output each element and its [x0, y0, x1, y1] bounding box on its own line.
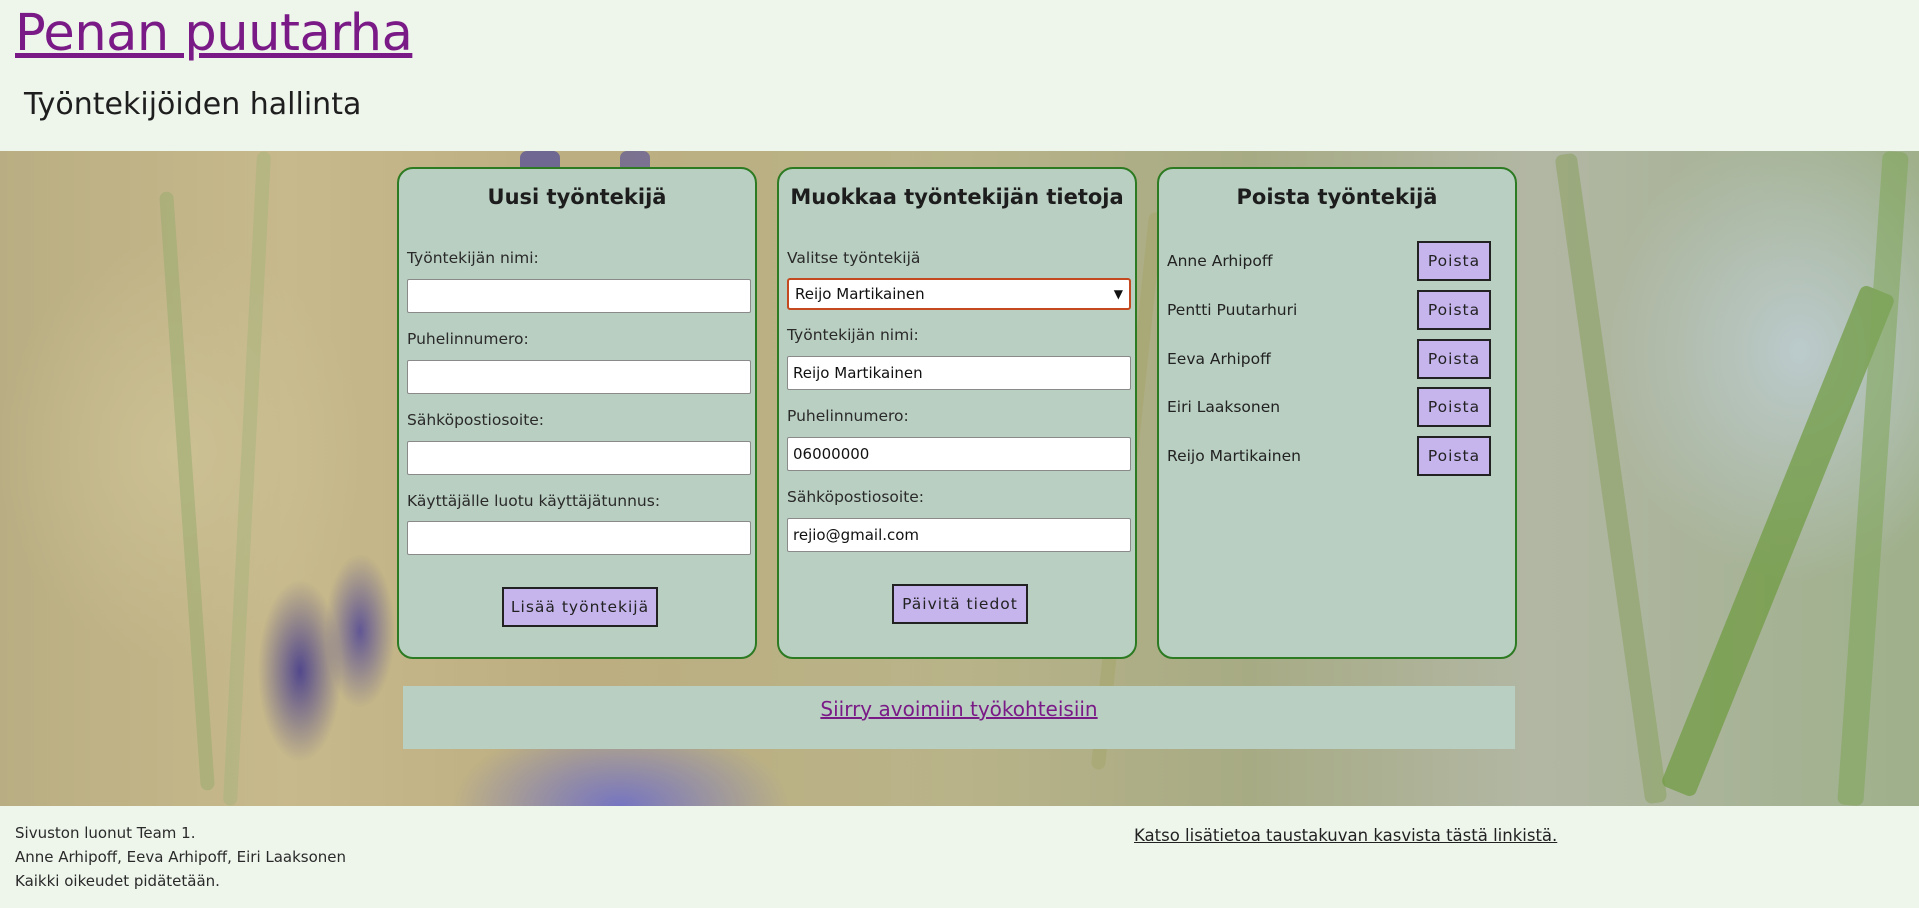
delete-list-item: Eeva Arhipoff Poista [1167, 339, 1497, 379]
edit-name-input[interactable]: Reijo Martikainen [787, 356, 1131, 390]
page-heading: Työntekijöiden hallinta [24, 87, 362, 122]
edit-phone-label: Puhelinnumero: [787, 407, 909, 425]
new-username-input[interactable] [407, 521, 751, 555]
new-email-label: Sähköpostiosoite: [407, 411, 545, 429]
new-name-input[interactable] [407, 279, 751, 313]
new-employee-title: Uusi työntekijä [487, 185, 667, 209]
edit-name-label: Työntekijän nimi: [787, 326, 919, 344]
delete-employee-button[interactable]: Poista [1417, 387, 1491, 427]
edit-phone-input[interactable]: 06000000 [787, 437, 1131, 471]
edit-employee-panel: Muokkaa työntekijän tietoja Valitse työn… [777, 167, 1137, 659]
delete-employee-button[interactable]: Poista [1417, 290, 1491, 330]
site-header: Penan puutarha Työntekijöiden hallinta [0, 0, 1919, 151]
employee-select-value: Reijo Martikainen [795, 285, 925, 303]
footer-rights-line: Kaikki oikeudet pidätetään. [15, 872, 220, 890]
employee-name: Pentti Puutarhuri [1167, 301, 1298, 319]
footer-authors-line: Anne Arhipoff, Eeva Arhipoff, Eiri Laaks… [15, 848, 347, 866]
delete-employee-title: Poista työntekijä [1236, 185, 1438, 209]
edit-email-label: Sähköpostiosoite: [787, 488, 925, 506]
employee-name: Eiri Laaksonen [1167, 398, 1281, 416]
new-phone-input[interactable] [407, 360, 751, 394]
open-jobs-bar: Siirry avoimiin työkohteisiin [403, 686, 1515, 749]
new-email-input[interactable] [407, 441, 751, 475]
background-info-link[interactable]: Katso lisätietoa taustakuvan kasvista tä… [1134, 826, 1557, 845]
new-employee-panel: Uusi työntekijä Työntekijän nimi: Puheli… [397, 167, 757, 659]
edit-email-input[interactable]: rejio@gmail.com [787, 518, 1131, 552]
delete-list-item: Anne Arhipoff Poista [1167, 241, 1497, 281]
site-title-link[interactable]: Penan puutarha [15, 4, 413, 63]
new-username-label: Käyttäjälle luotu käyttäjätunnus: [407, 492, 661, 510]
select-employee-label: Valitse työntekijä [787, 249, 921, 267]
delete-employee-button[interactable]: Poista [1417, 339, 1491, 379]
update-employee-button[interactable]: Päivitä tiedot [892, 584, 1028, 624]
delete-employee-button[interactable]: Poista [1417, 436, 1491, 476]
delete-list-item: Eiri Laaksonen Poista [1167, 387, 1497, 427]
site-footer: Sivuston luonut Team 1. Anne Arhipoff, E… [0, 806, 1919, 908]
edit-employee-title: Muokkaa työntekijän tietoja [790, 185, 1124, 209]
employee-select[interactable]: Reijo Martikainen ▼ [787, 278, 1131, 310]
open-jobs-link[interactable]: Siirry avoimiin työkohteisiin [820, 697, 1097, 721]
delete-list-item: Pentti Puutarhuri Poista [1167, 290, 1497, 330]
employee-name: Eeva Arhipoff [1167, 350, 1271, 368]
new-name-label: Työntekijän nimi: [407, 249, 539, 267]
delete-employee-button[interactable]: Poista [1417, 241, 1491, 281]
footer-credit-line: Sivuston luonut Team 1. [15, 824, 196, 842]
employee-name: Reijo Martikainen [1167, 447, 1301, 465]
add-employee-button[interactable]: Lisää työntekijä [502, 587, 658, 627]
chevron-down-icon: ▼ [1113, 287, 1123, 301]
delete-list-item: Reijo Martikainen Poista [1167, 436, 1497, 476]
employee-name: Anne Arhipoff [1167, 252, 1273, 270]
new-phone-label: Puhelinnumero: [407, 330, 529, 348]
delete-employee-panel: Poista työntekijä Anne Arhipoff Poista P… [1157, 167, 1517, 659]
